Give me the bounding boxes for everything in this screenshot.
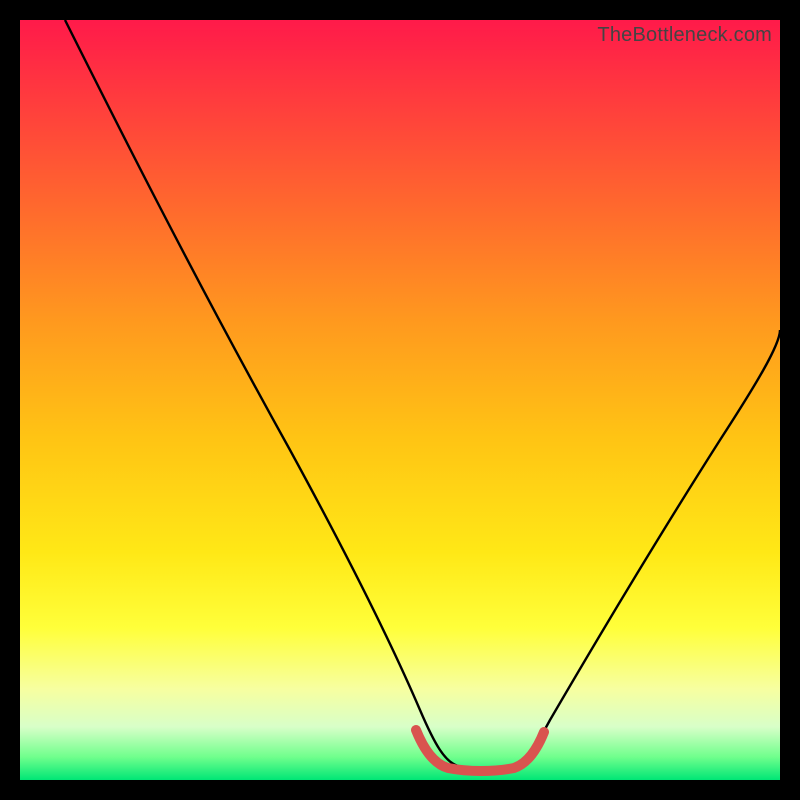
plot-area: TheBottleneck.com	[20, 20, 780, 780]
curve-layer	[20, 20, 780, 780]
optimal-band-path	[416, 730, 544, 771]
bottleneck-curve-path	[65, 20, 780, 768]
chart-frame: TheBottleneck.com	[0, 0, 800, 800]
